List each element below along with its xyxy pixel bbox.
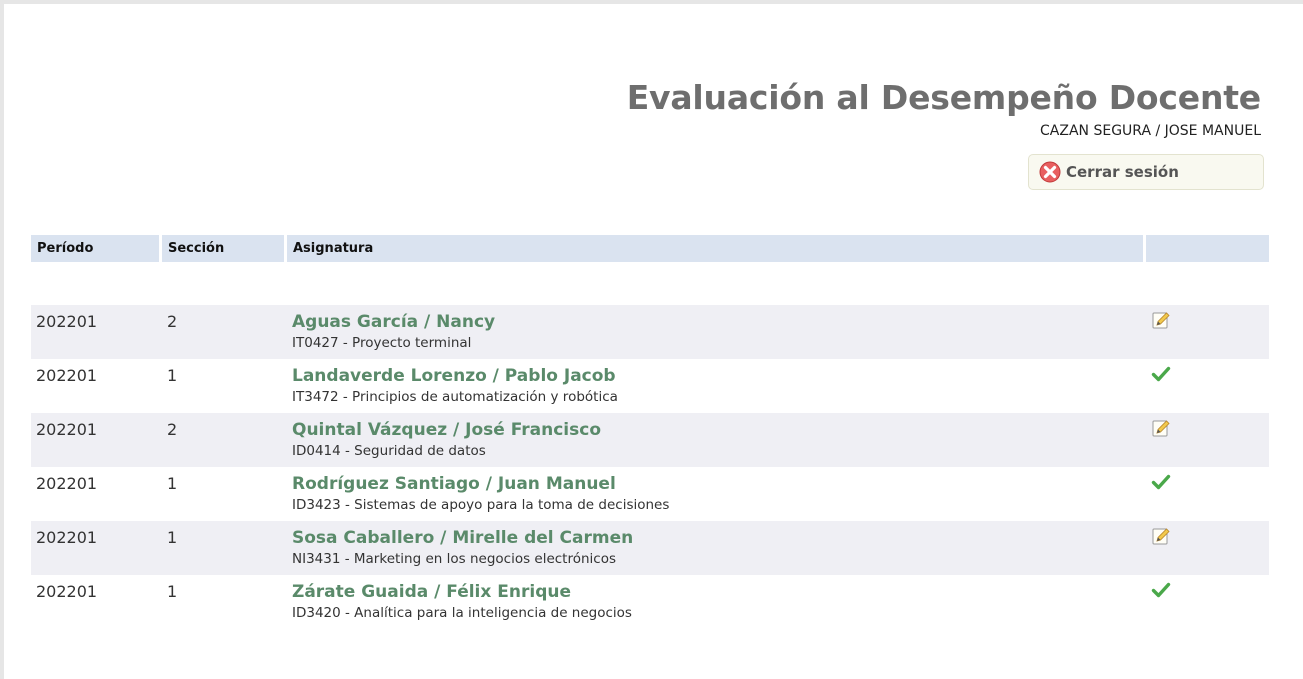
table-row: 202201 1 Sosa Caballero / Mirelle del Carm… [31,521,1269,575]
teacher-link[interactable]: Quintal Vázquez / José Francisco [292,420,1146,440]
logout-label: Cerrar sesión [1066,163,1179,181]
column-header-asignatura: Asignatura [287,235,1146,262]
cell-status [1146,359,1269,413]
cell-seccion: 1 [162,521,287,575]
cell-status [1146,413,1269,467]
table-row: 202201 2 Aguas García / Nancy IT0427 - Proy… [31,305,1269,359]
courses-table: Período Sección Asignatura 202201 2 Aguas … [31,235,1269,629]
periodo-value: 202201 [36,528,98,547]
table-row: 202201 1 Landaverde Lorenzo / Pablo Jacob I… [31,359,1269,413]
page-title: Evaluación al Desempeño Docente [626,78,1261,117]
check-icon [1151,472,1171,492]
cell-seccion: 1 [162,467,287,521]
seccion-value: 1 [167,528,178,547]
course-label: IT3472 - Principios de automatización y … [292,389,618,405]
teacher-link[interactable]: Aguas García / Nancy [292,312,1146,332]
cell-status [1146,575,1269,629]
logout-button[interactable]: Cerrar sesión [1028,154,1264,190]
cell-asignatura: Aguas García / Nancy IT0427 - Proyecto te… [287,305,1146,359]
cell-asignatura: Landaverde Lorenzo / Pablo Jacob IT3472 -… [287,359,1146,413]
edit-icon[interactable] [1151,526,1171,546]
course-label: IT0427 - Proyecto terminal [292,335,472,351]
cell-asignatura: Zárate Guaida / Félix Enrique ID3420 - An… [287,575,1146,629]
cell-periodo: 202201 [31,359,162,413]
cell-seccion: 1 [162,575,287,629]
teacher-link[interactable]: Landaverde Lorenzo / Pablo Jacob [292,366,1146,386]
page-header: Evaluación al Desempeño Docente CAZAN SE… [627,78,1261,140]
periodo-value: 202201 [36,312,98,331]
periodo-value: 202201 [36,474,98,493]
table-row: 202201 2 Quintal Vázquez / José Francisco I… [31,413,1269,467]
column-header-seccion: Sección [162,235,287,262]
periodo-value: 202201 [36,366,98,385]
periodo-value: 202201 [36,582,98,601]
cell-periodo: 202201 [31,305,162,359]
user-name: CAZAN SEGURA / JOSE MANUEL [1040,123,1261,139]
cell-seccion: 2 [162,413,287,467]
table-row: 202201 1 Zárate Guaida / Félix Enrique ID34… [31,575,1269,629]
teacher-link[interactable]: Rodríguez Santiago / Juan Manuel [292,474,1146,494]
seccion-value: 1 [167,366,178,385]
seccion-value: 1 [167,582,178,601]
cell-asignatura: Quintal Vázquez / José Francisco ID0414 -… [287,413,1146,467]
table-row: 202201 1 Rodríguez Santiago / Juan Manuel I… [31,467,1269,521]
column-header-status [1146,235,1269,262]
periodo-value: 202201 [36,420,98,439]
cell-periodo: 202201 [31,575,162,629]
check-icon [1151,364,1171,384]
edit-icon[interactable] [1151,310,1171,330]
course-label: ID3420 - Analítica para la inteligencia … [292,605,632,621]
course-label: ID0414 - Seguridad de datos [292,443,486,459]
check-icon [1151,580,1171,600]
table-header: Período Sección Asignatura [31,235,1269,262]
cell-status [1146,467,1269,521]
course-label: ID3423 - Sistemas de apoyo para la toma … [292,497,670,513]
teacher-link[interactable]: Sosa Caballero / Mirelle del Carmen [292,528,1146,548]
teacher-link[interactable]: Zárate Guaida / Félix Enrique [292,582,1146,602]
cell-periodo: 202201 [31,467,162,521]
cell-periodo: 202201 [31,521,162,575]
cell-asignatura: Rodríguez Santiago / Juan Manuel ID3423 -… [287,467,1146,521]
seccion-value: 2 [167,420,178,439]
cell-status [1146,305,1269,359]
seccion-value: 2 [167,312,178,331]
seccion-value: 1 [167,474,178,493]
cell-status [1146,521,1269,575]
cell-periodo: 202201 [31,413,162,467]
course-label: NI3431 - Marketing en los negocios elect… [292,551,617,567]
cell-seccion: 2 [162,305,287,359]
cell-seccion: 1 [162,359,287,413]
cell-asignatura: Sosa Caballero / Mirelle del Carmen NI343… [287,521,1146,575]
column-header-periodo: Período [31,235,162,262]
close-icon [1039,161,1061,183]
edit-icon[interactable] [1151,418,1171,438]
